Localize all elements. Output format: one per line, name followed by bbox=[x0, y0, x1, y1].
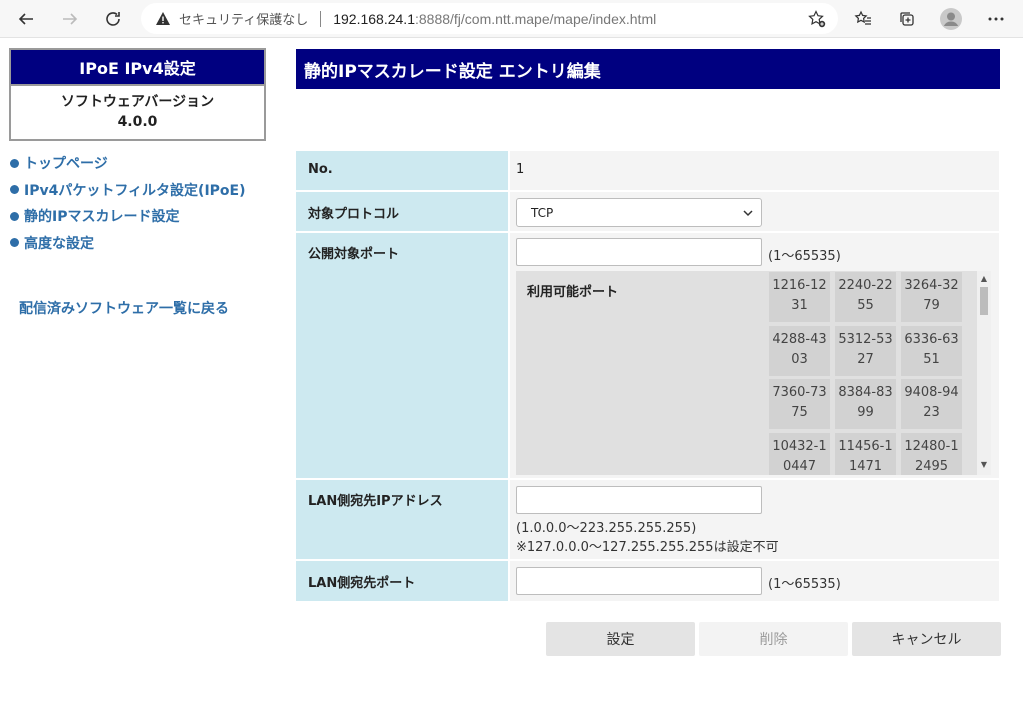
bullet-icon bbox=[10, 158, 19, 168]
sidebar-item-static-masquerade[interactable]: 静的IPマスカレード設定 bbox=[10, 203, 280, 230]
available-port-text: 2495 bbox=[914, 458, 949, 474]
available-port-text: 8384-83 bbox=[838, 385, 893, 400]
available-port-text: 10432-1 bbox=[772, 438, 827, 454]
version-label: ソフトウェアバージョン bbox=[60, 94, 215, 110]
profile-avatar[interactable] bbox=[937, 5, 965, 33]
available-port-text: 79 bbox=[923, 298, 940, 313]
chevron-down-icon bbox=[743, 210, 753, 217]
available-port-text: 0447 bbox=[782, 458, 817, 474]
security-status: セキュリティ保護なし bbox=[179, 12, 309, 27]
row-number: No. 1 bbox=[296, 151, 999, 190]
lan-ip-input[interactable] bbox=[516, 486, 762, 514]
bullet-icon bbox=[10, 211, 19, 221]
number-label: No. bbox=[296, 151, 508, 190]
protocol-select[interactable]: TCP bbox=[516, 198, 762, 227]
software-version: ソフトウェアバージョン 4.0.0 bbox=[11, 86, 264, 132]
version-number: 4.0.0 bbox=[117, 114, 158, 130]
set-button[interactable]: 設定 bbox=[546, 622, 695, 656]
available-port-text: 3264-32 bbox=[904, 278, 959, 293]
back-icon[interactable] bbox=[12, 5, 40, 33]
lan-port-range: (1～65535) bbox=[768, 577, 841, 592]
available-port-cell: 2240-22 55 bbox=[835, 272, 896, 322]
more-icon[interactable] bbox=[982, 5, 1010, 33]
lan-port-label: LAN側宛先ポート bbox=[296, 561, 508, 601]
delete-button[interactable]: 削除 bbox=[699, 622, 848, 656]
available-port-cell: 10432-1 0447 bbox=[769, 432, 830, 475]
page-title: 静的IPマスカレード設定 エントリ編集 bbox=[296, 49, 1000, 89]
public-port-label: 公開対象ポート bbox=[296, 233, 508, 478]
lan-ip-note: ※127.0.0.0～127.255.255.255は設定不可 bbox=[516, 540, 779, 555]
sidebar-title: IPoE IPv4設定 bbox=[11, 50, 264, 86]
url-path: :8888/fj/com.ntt.mape/mape/index.html bbox=[414, 10, 657, 27]
reload-icon[interactable] bbox=[99, 5, 127, 33]
scroll-up-icon[interactable]: ▲ bbox=[980, 275, 988, 283]
protocol-selected-value: TCP bbox=[531, 205, 554, 220]
available-port-text: 7360-73 bbox=[772, 385, 827, 400]
back-to-software-list-link[interactable]: 配信済みソフトウェア一覧に戻る bbox=[19, 298, 229, 318]
lan-ip-label: LAN側宛先IPアドレス bbox=[296, 480, 508, 559]
lan-ip-range: (1.0.0.0～223.255.255.255) bbox=[516, 521, 697, 536]
available-port-cell: 3264-32 79 bbox=[901, 272, 962, 322]
available-port-text: 11456-1 bbox=[838, 438, 893, 454]
sidebar-item-advanced[interactable]: 高度な設定 bbox=[10, 230, 280, 257]
protocol-label: 対象プロトコル bbox=[296, 192, 508, 231]
available-port-text: 4288-43 bbox=[772, 331, 827, 347]
favorites-icon[interactable] bbox=[849, 5, 877, 33]
available-port-cell: 12480-1 2495 bbox=[901, 432, 962, 475]
lan-port-input[interactable] bbox=[516, 567, 762, 595]
available-port-cell: 4288-43 03 bbox=[769, 325, 830, 376]
available-port-text: 75 bbox=[791, 405, 808, 420]
available-ports-panel: 利用可能ポート 1216-12 31 2240-22 55 3264-32 79 4288-… bbox=[516, 271, 991, 475]
number-value: 1 bbox=[516, 162, 525, 177]
available-port-text: 5312-53 bbox=[838, 331, 893, 347]
row-protocol: 対象プロトコル TCP bbox=[296, 192, 999, 231]
cancel-button[interactable]: キャンセル bbox=[852, 622, 1001, 656]
bullet-icon bbox=[10, 238, 19, 248]
available-port-text: 12480-1 bbox=[904, 438, 959, 454]
available-port-text: 27 bbox=[857, 351, 874, 367]
available-port-text: 31 bbox=[791, 298, 808, 313]
available-port-text: 1471 bbox=[848, 458, 883, 474]
scroll-down-icon[interactable]: ▼ bbox=[980, 461, 988, 469]
row-lan-port: LAN側宛先ポート (1～65535) bbox=[296, 561, 999, 601]
sidebar-item-top[interactable]: トップページ bbox=[10, 150, 280, 177]
row-lan-ip: LAN側宛先IPアドレス (1.0.0.0～223.255.255.255) ※… bbox=[296, 480, 999, 559]
url-host: 192.168.24.1 bbox=[333, 10, 415, 27]
ports-scrollbar[interactable]: ▲ ▼ bbox=[977, 271, 991, 475]
row-public-port: 公開対象ポート (1～65535) 利用可能ポート 1216-12 31 2240-… bbox=[296, 233, 999, 478]
available-port-text: 03 bbox=[791, 351, 808, 367]
available-port-cell: 9408-94 23 bbox=[901, 379, 962, 429]
available-port-text: 2240-22 bbox=[838, 278, 893, 293]
public-port-input[interactable] bbox=[516, 238, 762, 266]
available-port-text: 1216-12 bbox=[772, 278, 827, 293]
available-port-text: 9408-94 bbox=[904, 385, 959, 400]
available-port-cell: 11456-1 1471 bbox=[835, 432, 896, 475]
available-port-cell: 7360-73 75 bbox=[769, 379, 830, 429]
available-port-text: 55 bbox=[857, 298, 874, 313]
available-port-cell: 6336-63 51 bbox=[901, 325, 962, 376]
bullet-icon bbox=[10, 185, 19, 195]
address-separator bbox=[320, 10, 322, 27]
browser-toolbar: セキュリティ保護なし 192.168.24.1:8888/fj/com.ntt.… bbox=[0, 0, 1023, 38]
available-port-text: 6336-63 bbox=[904, 331, 959, 347]
available-port-text: 51 bbox=[923, 351, 940, 367]
address-bar[interactable]: セキュリティ保護なし 192.168.24.1:8888/fj/com.ntt.… bbox=[141, 3, 838, 34]
forward-icon[interactable] bbox=[56, 5, 84, 33]
available-port-text: 99 bbox=[857, 405, 874, 420]
sidebar-info-box: IPoE IPv4設定 ソフトウェアバージョン 4.0.0 bbox=[9, 48, 266, 141]
warning-icon bbox=[155, 11, 171, 27]
available-port-cell: 1216-12 31 bbox=[769, 272, 830, 322]
public-port-range: (1～65535) bbox=[768, 249, 841, 264]
available-port-cell: 8384-83 99 bbox=[835, 379, 896, 429]
available-port-text: 23 bbox=[923, 405, 940, 420]
scroll-thumb[interactable] bbox=[980, 287, 988, 315]
sidebar-item-packet-filter[interactable]: IPv4パケットフィルタ設定(IPoE) bbox=[10, 177, 280, 204]
sidebar-nav: トップページ IPv4パケットフィルタ設定(IPoE) 静的IPマスカレード設定… bbox=[10, 150, 280, 256]
collections-icon[interactable] bbox=[893, 5, 921, 33]
available-port-cell: 5312-53 27 bbox=[835, 325, 896, 376]
add-favorite-icon[interactable] bbox=[808, 10, 826, 28]
available-ports-label: 利用可能ポート bbox=[527, 285, 619, 300]
